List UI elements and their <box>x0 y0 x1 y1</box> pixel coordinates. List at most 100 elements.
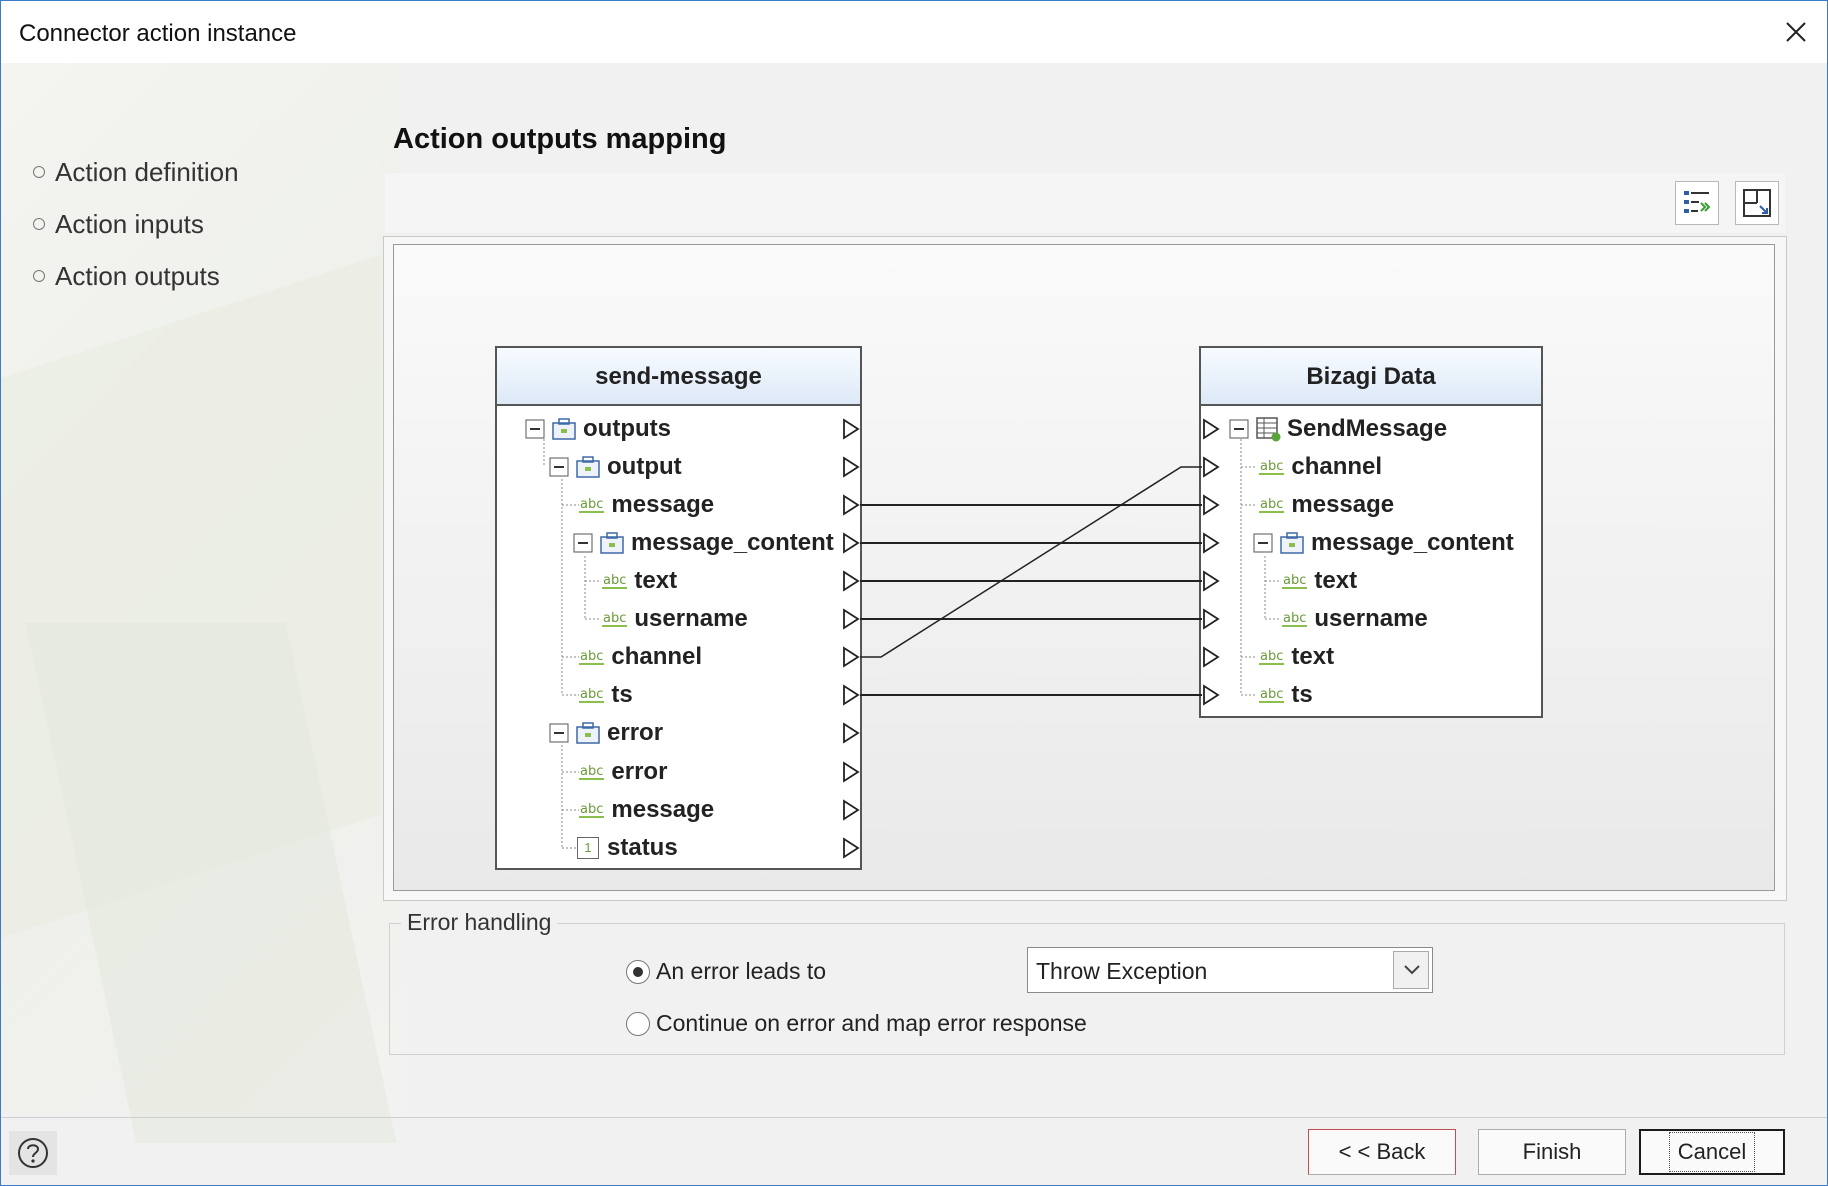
target-row-label: text <box>1291 643 1335 670</box>
target-port-icon[interactable] <box>1202 646 1220 668</box>
source-port-icon[interactable] <box>842 684 860 706</box>
source-port-icon[interactable] <box>842 570 860 592</box>
source-row-outputs[interactable]: outputs <box>525 410 671 448</box>
source-row-username[interactable]: abc username <box>602 600 748 638</box>
object-icon <box>552 418 576 440</box>
dropdown-toggle[interactable] <box>1393 951 1429 989</box>
source-port-icon[interactable] <box>842 608 860 630</box>
source-row-error[interactable]: abc error <box>579 753 667 791</box>
collapse-icon <box>525 419 545 439</box>
back-button-label: < < Back <box>1338 1139 1426 1164</box>
target-port-icon[interactable] <box>1202 494 1220 516</box>
source-port-icon[interactable] <box>842 837 860 859</box>
step-action-outputs[interactable]: Action outputs <box>33 250 239 302</box>
help-button[interactable] <box>9 1131 57 1175</box>
target-schema-title: Bizagi Data <box>1201 348 1541 406</box>
integer-type-icon: 1 <box>577 837 599 859</box>
source-row-label: message <box>611 491 715 518</box>
target-row-label: SendMessage <box>1287 415 1448 442</box>
step-action-inputs[interactable]: Action inputs <box>33 198 239 250</box>
title-bar: Connector action instance <box>1 1 1827 63</box>
source-port-icon[interactable] <box>842 456 860 478</box>
source-row-label: error <box>611 758 668 785</box>
target-row-label: username <box>1314 605 1428 632</box>
back-button[interactable]: < < Back <box>1308 1129 1456 1175</box>
target-row-ts[interactable]: abc ts <box>1259 676 1313 714</box>
source-row-message[interactable]: abc message <box>579 486 714 524</box>
string-type-icon: abc <box>579 763 605 780</box>
target-row-message-content[interactable]: message_content <box>1253 524 1514 562</box>
string-type-icon: abc <box>1259 458 1285 475</box>
cancel-button[interactable]: Cancel <box>1639 1129 1785 1175</box>
source-port-icon[interactable] <box>842 761 860 783</box>
source-port-icon[interactable] <box>842 532 860 554</box>
target-row-username[interactable]: abc username <box>1282 600 1428 638</box>
fit-view-button[interactable] <box>1735 181 1779 225</box>
string-type-icon: abc <box>1259 496 1285 513</box>
target-row-text[interactable]: abc text <box>1282 562 1357 600</box>
source-row-label: status <box>607 834 678 861</box>
step-bullet-icon <box>33 218 45 230</box>
source-port-icon[interactable] <box>842 722 860 744</box>
target-row-label: message_content <box>1311 529 1514 556</box>
collapse-icon <box>1253 533 1273 553</box>
page-title: Action outputs mapping <box>393 123 727 155</box>
entity-table-icon <box>1256 417 1281 442</box>
source-row-label: message_content <box>631 529 834 556</box>
radio-continue-on-error[interactable]: Continue on error and map error response <box>626 1010 1087 1037</box>
string-type-icon: abc <box>579 801 605 818</box>
source-row-error-message[interactable]: abc message <box>579 791 714 829</box>
step-label: Action definition <box>55 156 239 187</box>
source-row-label: message <box>611 796 715 823</box>
object-icon <box>1280 532 1304 554</box>
source-row-output[interactable]: output <box>549 448 682 486</box>
target-port-icon[interactable] <box>1202 570 1220 592</box>
source-port-icon[interactable] <box>842 799 860 821</box>
string-type-icon: abc <box>1259 686 1285 703</box>
help-icon <box>18 1138 48 1168</box>
step-bullet-icon <box>33 270 45 282</box>
string-type-icon: abc <box>579 648 605 665</box>
finish-button-label: Finish <box>1522 1139 1582 1164</box>
source-row-ts[interactable]: abc ts <box>579 676 633 714</box>
close-button[interactable] <box>1765 1 1827 63</box>
target-port-icon[interactable] <box>1202 456 1220 478</box>
target-row-message[interactable]: abc message <box>1259 486 1394 524</box>
finish-button[interactable]: Finish <box>1478 1129 1626 1175</box>
wizard-steps: Action definition Action inputs Action o… <box>33 146 239 302</box>
target-port-icon[interactable] <box>1202 418 1220 440</box>
connector-action-dialog: Connector action instance Action definit… <box>0 0 1828 1186</box>
error-action-dropdown[interactable]: Throw Exception <box>1027 947 1433 993</box>
source-row-label: channel <box>611 643 703 670</box>
target-port-icon[interactable] <box>1202 684 1220 706</box>
auto-map-button[interactable] <box>1675 181 1719 225</box>
step-action-definition[interactable]: Action definition <box>33 146 239 198</box>
target-row-channel[interactable]: abc channel <box>1259 448 1382 486</box>
target-port-icon[interactable] <box>1202 532 1220 554</box>
target-row-label: text <box>1314 567 1358 594</box>
source-row-text[interactable]: abc text <box>602 562 677 600</box>
radio-error-leads-to[interactable]: An error leads to <box>626 958 826 985</box>
source-row-status[interactable]: 1 status <box>577 829 678 867</box>
source-port-icon[interactable] <box>842 646 860 668</box>
error-handling-legend: Error handling <box>401 909 558 936</box>
string-type-icon: abc <box>579 496 605 513</box>
target-port-icon[interactable] <box>1202 608 1220 630</box>
close-icon <box>1786 22 1806 42</box>
step-bullet-icon <box>33 166 45 178</box>
collapse-icon <box>549 457 569 477</box>
cancel-button-label: Cancel <box>1668 1132 1756 1172</box>
source-row-error-object[interactable]: error <box>549 714 663 752</box>
target-row-text-root[interactable]: abc text <box>1259 638 1334 676</box>
target-row-sendmessage[interactable]: SendMessage <box>1229 410 1447 448</box>
radio-button-unchecked[interactable] <box>626 1011 650 1036</box>
dropdown-value: Throw Exception <box>1036 958 1208 984</box>
source-row-channel[interactable]: abc channel <box>579 638 702 676</box>
source-port-icon[interactable] <box>842 494 860 516</box>
source-row-message-content[interactable]: message_content <box>573 524 834 562</box>
source-port-icon[interactable] <box>842 418 860 440</box>
string-type-icon: abc <box>1282 572 1308 589</box>
radio-button-checked[interactable] <box>626 959 650 984</box>
step-label: Action outputs <box>55 260 220 291</box>
object-icon <box>576 456 600 478</box>
